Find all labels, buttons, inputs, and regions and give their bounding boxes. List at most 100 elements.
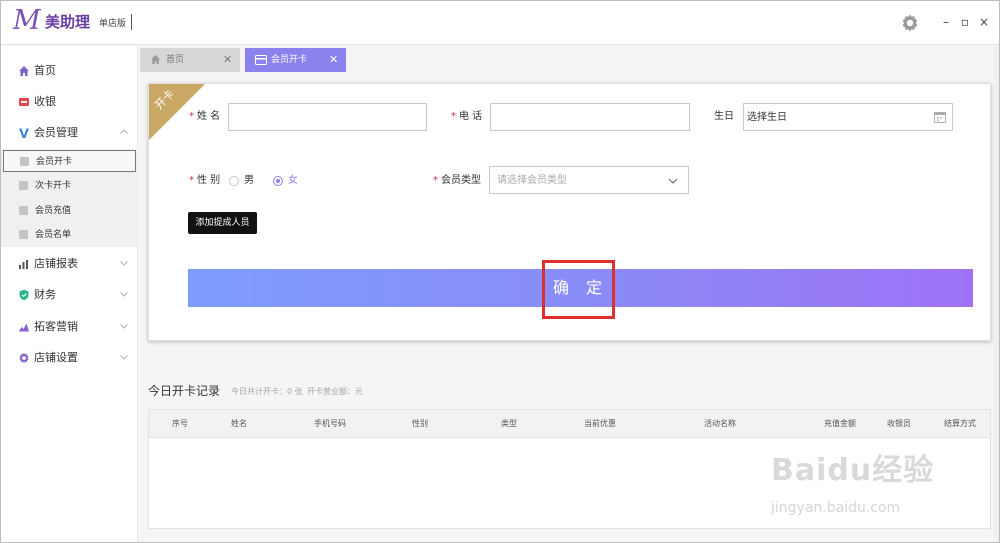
title-divider bbox=[131, 14, 132, 30]
birthday-picker[interactable]: 选择生日 bbox=[743, 103, 953, 131]
add-commission-staff-button[interactable]: 添加提成人员 bbox=[188, 212, 257, 234]
chevron-down-icon bbox=[120, 261, 128, 266]
sidebar-item-store-settings[interactable]: 店铺设置 bbox=[1, 343, 138, 373]
app-name: 美助理 bbox=[45, 13, 91, 31]
submenu-item-label: 会员名单 bbox=[35, 230, 72, 240]
sidebar-item-finance[interactable]: 财务 bbox=[1, 280, 138, 310]
submenu-item-member-recharge[interactable]: 会员充值 bbox=[3, 200, 136, 222]
title-bar: M 美助理 单店版 – ▫ × bbox=[1, 1, 999, 45]
submenu-item-member-card[interactable]: 会员开卡 bbox=[3, 150, 136, 172]
sidebar-item-label: 店铺设置 bbox=[34, 351, 78, 364]
sidebar-item-label: 收银 bbox=[34, 95, 56, 108]
home-icon bbox=[19, 66, 29, 76]
open-card-form: 开卡 * 姓 名 * 电 话 生日 选择生日 * 性 别 男 女 * 会员类型 请选择会… bbox=[148, 83, 991, 341]
submenu-item-label: 会员开卡 bbox=[36, 157, 73, 167]
column-header: 类型 bbox=[501, 419, 517, 428]
marketing-icon bbox=[19, 323, 29, 332]
column-header: 结算方式 bbox=[944, 419, 976, 428]
watermark-url: jingyan.baidu.com bbox=[771, 500, 901, 516]
submenu-item-label: 会员充值 bbox=[35, 206, 72, 216]
column-header: 收银员 bbox=[887, 419, 911, 428]
cashier-icon bbox=[19, 98, 29, 106]
chevron-up-icon bbox=[120, 129, 128, 134]
tab-close-icon[interactable]: ✕ bbox=[329, 48, 338, 72]
records-total-cards: 今日共计开卡：0 张 bbox=[231, 387, 303, 396]
required-mark: * bbox=[433, 175, 438, 186]
records-total-amount: 开卡营业额：元 bbox=[307, 387, 363, 396]
recharge-icon bbox=[19, 206, 28, 215]
calendar-icon bbox=[934, 112, 946, 123]
gender-option-female: 女 bbox=[288, 175, 298, 186]
chevron-down-icon bbox=[120, 355, 128, 360]
close-button[interactable]: × bbox=[977, 15, 991, 29]
member-v-icon bbox=[19, 128, 29, 138]
birthday-label: 生日 bbox=[714, 111, 734, 122]
watermark: Baidu经验 jingyan.baidu.com bbox=[771, 451, 991, 531]
list-icon bbox=[19, 230, 28, 239]
gender-label-text: 性 别 bbox=[197, 175, 221, 186]
card-icon bbox=[255, 55, 267, 65]
column-header: 姓名 bbox=[231, 419, 247, 428]
column-header: 序号 bbox=[172, 419, 188, 428]
sidebar-item-label: 财务 bbox=[34, 288, 56, 301]
column-header: 性别 bbox=[412, 419, 428, 428]
sidebar-item-label: 首页 bbox=[34, 64, 56, 77]
watermark-brand: Baidu经验 bbox=[771, 453, 935, 488]
sidebar-item-marketing[interactable]: 拓客营销 bbox=[1, 312, 138, 342]
minimize-button[interactable]: – bbox=[939, 15, 953, 29]
required-mark: * bbox=[189, 175, 194, 186]
sidebar-item-cashier[interactable]: 收银 bbox=[1, 87, 138, 117]
tab-label: 首页 bbox=[166, 55, 185, 65]
submenu-item-member-list[interactable]: 会员名单 bbox=[3, 224, 136, 246]
tab-home[interactable]: 首页 ✕ bbox=[140, 48, 240, 72]
name-label: * 姓 名 bbox=[189, 110, 220, 124]
home-icon bbox=[150, 54, 161, 65]
chevron-down-icon bbox=[668, 178, 678, 184]
tab-close-icon[interactable]: ✕ bbox=[223, 48, 232, 72]
shield-icon bbox=[19, 289, 29, 301]
phone-label-text: 电 话 bbox=[459, 111, 483, 122]
birthday-value: 选择生日 bbox=[747, 112, 787, 123]
logo-icon: M bbox=[13, 5, 41, 36]
maximize-button[interactable]: ▫ bbox=[958, 15, 972, 29]
app-edition: 单店版 bbox=[99, 19, 127, 29]
app-window: M 美助理 单店版 – ▫ × 首页 收银 会员管理 会员开卡 次卡开卡 会员充… bbox=[0, 0, 1000, 543]
column-header: 活动名称 bbox=[704, 419, 736, 428]
member-type-label-text: 会员类型 bbox=[441, 175, 481, 186]
settings-gear-icon[interactable] bbox=[900, 13, 920, 33]
sidebar-item-home[interactable]: 首页 bbox=[1, 56, 138, 86]
submenu-item-times-card[interactable]: 次卡开卡 bbox=[3, 175, 136, 197]
name-input[interactable] bbox=[228, 103, 427, 131]
sidebar-item-store-reports[interactable]: 店铺报表 bbox=[1, 249, 138, 279]
column-header: 手机号码 bbox=[314, 419, 346, 428]
sidebar-item-label: 会员管理 bbox=[34, 126, 78, 139]
gender-radio-female[interactable] bbox=[273, 176, 283, 186]
column-header: 充值金额 bbox=[824, 419, 856, 428]
phone-input[interactable] bbox=[490, 103, 690, 131]
column-header: 当前优惠 bbox=[584, 419, 616, 428]
required-mark: * bbox=[189, 111, 194, 122]
gender-label: * 性 别 bbox=[189, 174, 220, 188]
gear-icon bbox=[19, 352, 29, 364]
highlight-box bbox=[542, 260, 615, 319]
submenu-item-label: 次卡开卡 bbox=[35, 181, 72, 191]
member-type-label: * 会员类型 bbox=[433, 174, 481, 188]
card-icon bbox=[20, 157, 29, 166]
tab-member-card[interactable]: 会员开卡 ✕ bbox=[245, 48, 346, 72]
gender-radio-male[interactable] bbox=[229, 176, 239, 186]
member-type-placeholder: 请选择会员类型 bbox=[497, 175, 567, 186]
member-type-select[interactable]: 请选择会员类型 bbox=[489, 166, 689, 194]
name-label-text: 姓 名 bbox=[197, 111, 221, 122]
scrollbar[interactable] bbox=[994, 47, 999, 542]
sidebar: 首页 收银 会员管理 会员开卡 次卡开卡 会员充值 会员名单 店铺报表 财务 拓… bbox=[1, 46, 138, 542]
sidebar-item-label: 店铺报表 bbox=[34, 257, 78, 270]
sidebar-item-member-management[interactable]: 会员管理 bbox=[1, 118, 138, 148]
chevron-down-icon bbox=[120, 292, 128, 297]
tab-label: 会员开卡 bbox=[271, 55, 308, 65]
records-title: 今日开卡记录 bbox=[148, 384, 221, 398]
chevron-down-icon bbox=[120, 324, 128, 329]
bar-chart-icon bbox=[19, 260, 28, 269]
phone-label: * 电 话 bbox=[451, 110, 482, 124]
card-icon bbox=[19, 181, 28, 190]
gender-option-male: 男 bbox=[244, 175, 254, 186]
